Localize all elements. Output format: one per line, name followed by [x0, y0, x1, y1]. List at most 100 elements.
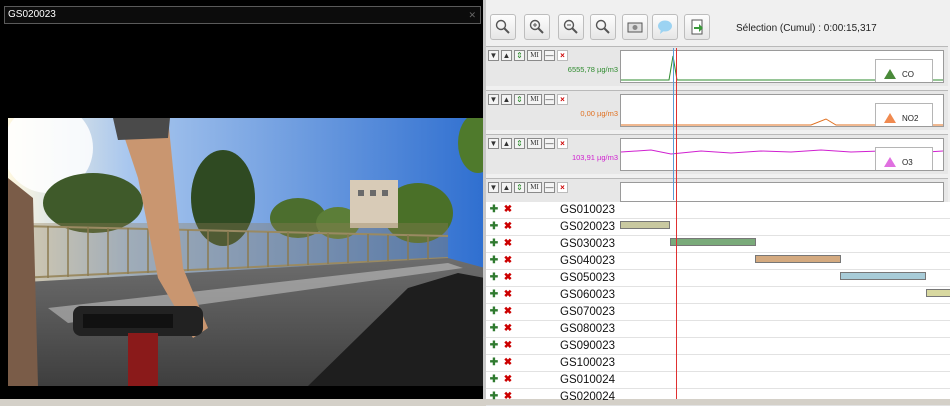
add-file-icon[interactable]: ✚ — [489, 307, 499, 317]
track-plot[interactable]: O3 — [620, 138, 944, 171]
move-down-icon[interactable]: ▼ — [488, 50, 499, 61]
resize-icon[interactable]: ⇕ — [514, 138, 525, 149]
time-cursor-line[interactable] — [676, 48, 677, 399]
move-down-icon[interactable]: ▼ — [488, 138, 499, 149]
mi-button[interactable]: MI — [527, 138, 542, 149]
resize-icon[interactable]: ⇕ — [514, 50, 525, 61]
track-plot[interactable] — [620, 182, 944, 202]
selection-cumul-label: Sélection (Cumul) : 0:00:15,317 — [736, 23, 877, 34]
resize-icon[interactable]: ⇕ — [514, 182, 525, 193]
remove-file-icon[interactable]: ✖ — [503, 358, 513, 368]
file-timeline-bar[interactable] — [755, 255, 841, 263]
mi-button[interactable]: MI — [527, 50, 542, 61]
track-plot[interactable]: NO2 — [620, 94, 944, 127]
add-file-icon[interactable]: ✚ — [489, 358, 499, 368]
file-row[interactable]: ✚ ✖ GS080023 — [486, 321, 950, 338]
magnifier-icon[interactable] — [490, 14, 516, 40]
remove-file-icon[interactable]: ✖ — [503, 273, 513, 283]
close-track-icon[interactable]: × — [557, 182, 568, 193]
add-file-icon[interactable]: ✚ — [489, 392, 499, 402]
file-timeline-bar[interactable] — [620, 221, 670, 229]
legend-label: O3 — [902, 158, 913, 167]
camera-icon[interactable] — [622, 14, 648, 40]
close-track-icon[interactable]: × — [557, 94, 568, 105]
minimize-icon[interactable]: — — [544, 50, 555, 61]
file-row[interactable]: ✚ ✖ GS030023 — [486, 236, 950, 253]
file-name: GS070023 — [560, 306, 615, 318]
move-down-icon[interactable]: ▼ — [488, 182, 499, 193]
resize-icon[interactable]: ⇕ — [514, 94, 525, 105]
remove-file-icon[interactable]: ✖ — [503, 205, 513, 215]
playhead-blue-line — [673, 48, 674, 200]
file-name: GS100023 — [560, 357, 615, 369]
move-up-icon[interactable]: ▲ — [501, 138, 512, 149]
zoom-in-icon[interactable] — [524, 14, 550, 40]
add-file-icon[interactable]: ✚ — [489, 324, 499, 334]
file-timeline-bar[interactable] — [926, 289, 950, 297]
move-up-icon[interactable]: ▲ — [501, 182, 512, 193]
legend-label: NO2 — [902, 114, 919, 123]
minimize-icon[interactable]: — — [544, 138, 555, 149]
remove-file-icon[interactable]: ✖ — [503, 307, 513, 317]
add-file-icon[interactable]: ✚ — [489, 290, 499, 300]
track-plot[interactable]: CO — [620, 50, 944, 83]
file-timeline-bar[interactable] — [670, 238, 756, 246]
video-close-icon[interactable]: ✕ — [468, 7, 476, 23]
add-file-icon[interactable]: ✚ — [489, 222, 499, 232]
file-row[interactable]: ✚ ✖ GS060023 — [486, 287, 950, 304]
mi-button[interactable]: MI — [527, 94, 542, 105]
file-row[interactable]: ✚ ✖ GS070023 — [486, 304, 950, 321]
add-file-icon[interactable]: ✚ — [489, 341, 499, 351]
file-name: GS020024 — [560, 391, 615, 403]
file-row[interactable]: ✚ ✖ GS010023 — [486, 202, 950, 219]
track-legend: O3 — [875, 147, 933, 170]
export-icon[interactable] — [684, 14, 710, 40]
zoom-out-icon[interactable] — [558, 14, 584, 40]
remove-file-icon[interactable]: ✖ — [503, 324, 513, 334]
minimize-icon[interactable]: — — [544, 94, 555, 105]
add-file-icon[interactable]: ✚ — [489, 239, 499, 249]
file-row[interactable]: ✚ ✖ GS010024 — [486, 372, 950, 389]
mi-button[interactable]: MI — [527, 182, 542, 193]
legend-label: CO — [902, 70, 914, 79]
track-legend: NO2 — [875, 103, 933, 126]
remove-file-icon[interactable]: ✖ — [503, 392, 513, 402]
remove-file-icon[interactable]: ✖ — [503, 222, 513, 232]
file-row[interactable]: ✚ ✖ GS100023 — [486, 355, 950, 372]
file-row[interactable]: ✚ ✖ GS020024 — [486, 389, 950, 406]
zoom-reset-icon[interactable] — [590, 14, 616, 40]
comment-icon[interactable] — [652, 14, 678, 40]
file-name: GS020023 — [560, 221, 615, 233]
file-name: GS010023 — [560, 204, 615, 216]
remove-file-icon[interactable]: ✖ — [503, 290, 513, 300]
video-title-bar: GS020023 ✕ — [4, 6, 481, 24]
close-track-icon[interactable]: × — [557, 50, 568, 61]
file-name: GS090023 — [560, 340, 615, 352]
video-scene-image — [8, 118, 485, 386]
add-file-icon[interactable]: ✚ — [489, 375, 499, 385]
file-row[interactable]: ✚ ✖ GS050023 — [486, 270, 950, 287]
file-timeline-bar[interactable] — [840, 272, 926, 280]
move-down-icon[interactable]: ▼ — [488, 94, 499, 105]
remove-file-icon[interactable]: ✖ — [503, 256, 513, 266]
video-frame[interactable] — [8, 118, 485, 386]
file-name: GS010024 — [560, 374, 615, 386]
move-up-icon[interactable]: ▲ — [501, 94, 512, 105]
track-value: 103,91 µg/m3 — [571, 153, 618, 162]
move-up-icon[interactable]: ▲ — [501, 50, 512, 61]
file-row[interactable]: ✚ ✖ GS090023 — [486, 338, 950, 355]
file-name: GS050023 — [560, 272, 615, 284]
add-file-icon[interactable]: ✚ — [489, 256, 499, 266]
add-file-icon[interactable]: ✚ — [489, 205, 499, 215]
remove-file-icon[interactable]: ✖ — [503, 341, 513, 351]
file-row[interactable]: ✚ ✖ GS020023 — [486, 219, 950, 236]
close-track-icon[interactable]: × — [557, 138, 568, 149]
remove-file-icon[interactable]: ✖ — [503, 375, 513, 385]
legend-triangle-icon — [884, 113, 896, 123]
minimize-icon[interactable]: — — [544, 182, 555, 193]
file-row[interactable]: ✚ ✖ GS040023 — [486, 253, 950, 270]
add-file-icon[interactable]: ✚ — [489, 273, 499, 283]
video-title: GS020023 — [8, 9, 56, 20]
file-list: ✚ ✖ GS010023 ✚ ✖ GS020023 ✚ ✖ GS030023 ✚ ✖ GS040023… — [486, 202, 950, 406]
remove-file-icon[interactable]: ✖ — [503, 239, 513, 249]
